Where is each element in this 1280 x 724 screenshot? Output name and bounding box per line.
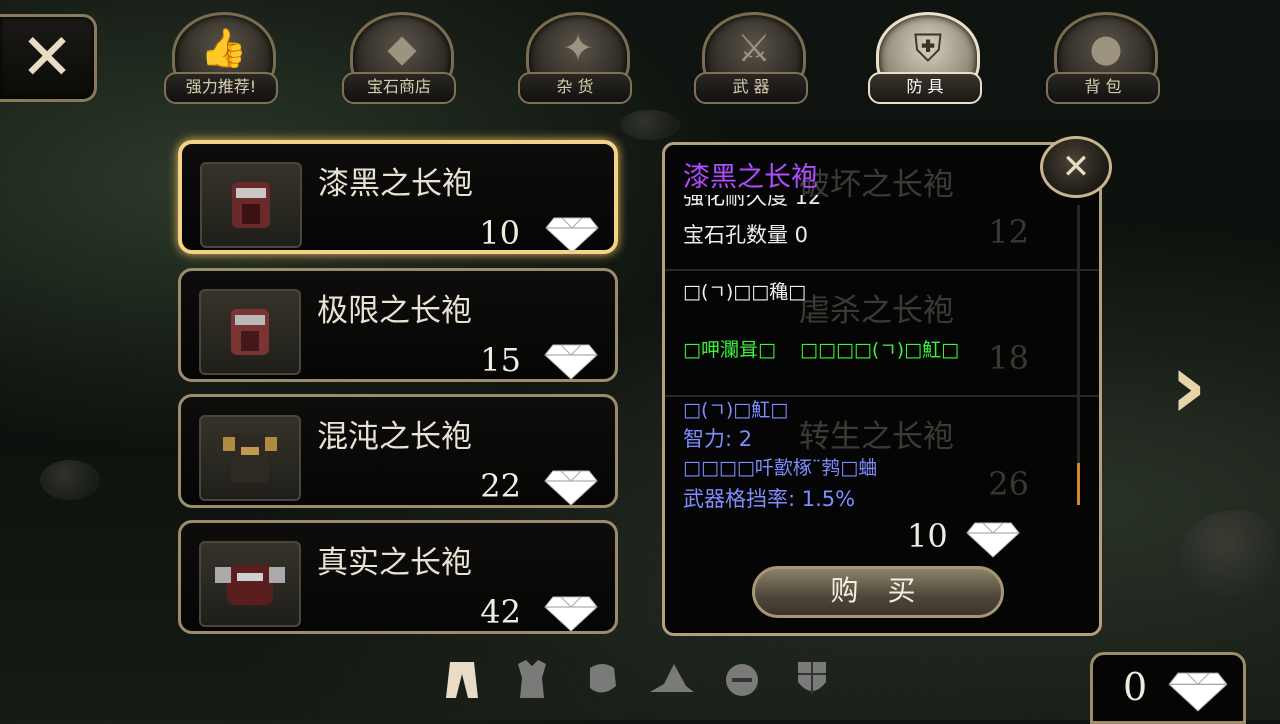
item-detail-panel: 破坏之长袍 12 虐杀之长袍 18 转生之长袍 26 漆黑之长袍 强化耐久度 1…	[662, 142, 1102, 636]
armor-icon[interactable]	[508, 656, 556, 704]
item-name: 混沌之长袍	[317, 419, 472, 455]
ghost-item-name: 破坏之长袍	[799, 167, 954, 203]
gem-icon	[966, 522, 1020, 558]
tab-bag[interactable]: ● 背 包	[1046, 10, 1160, 104]
tab-label: 杂 货	[518, 72, 632, 104]
item-price: 15	[480, 341, 521, 379]
tab-misc[interactable]: ✦ 杂 货	[518, 10, 632, 104]
item-thumbnail	[199, 541, 301, 627]
bg-rock	[1180, 510, 1280, 600]
item-thumbnail	[199, 415, 301, 501]
helmet-icon[interactable]	[718, 656, 766, 704]
ghost-item-price: 26	[988, 465, 1029, 503]
item-row[interactable]: 极限之长袍 15	[178, 268, 618, 382]
next-page-arrow-icon[interactable]: ›	[1170, 342, 1207, 432]
gem-icon	[545, 217, 599, 253]
gem-icon	[544, 596, 598, 632]
ghost-item-price: 18	[988, 339, 1029, 377]
gem-slot-count: 宝石孔数量 0	[683, 223, 809, 247]
item-thumbnail	[200, 162, 302, 248]
tab-armor[interactable]: ⛨ 防 具	[868, 10, 982, 104]
gem-icon: ◆	[387, 26, 417, 70]
gem-icon	[544, 344, 598, 380]
ghost-item-name: 转生之长袍	[799, 419, 954, 455]
item-name: 真实之长袍	[317, 545, 472, 581]
shield-small-icon[interactable]	[788, 656, 836, 704]
close-x-icon: ✕	[1061, 147, 1091, 187]
section1-green-text: □呷瀾咠□ □□□□(ㄱ)□魟□	[683, 339, 960, 361]
buy-button[interactable]: 购 买	[752, 566, 1004, 618]
gauntlet-icon[interactable]	[578, 656, 626, 704]
hat-icon[interactable]	[648, 656, 696, 704]
bag-icon: ●	[1089, 26, 1123, 70]
stat-weapon-block: 武器格挡率: 1.5%	[683, 487, 856, 511]
armor-filter-bar	[438, 656, 858, 708]
tab-label: 武 器	[694, 72, 808, 104]
bg-rock	[620, 110, 680, 140]
detail-title: 漆黑之长袍	[683, 162, 818, 193]
robe-icon[interactable]	[438, 656, 486, 704]
stat-garbled: □□□□吀歖椓¨鹁□蛐	[683, 457, 878, 479]
tab-recommend[interactable]: 👍 强力推荐!	[164, 10, 278, 104]
detail-partial-line: 强化耐久度 12	[683, 195, 822, 207]
compass-icon: ✦	[562, 26, 594, 70]
gem-balance-value: 0	[1123, 665, 1148, 709]
stat-intelligence: 智力: 2	[683, 427, 753, 451]
ghost-item-name: 虐杀之长袍	[799, 293, 954, 329]
scrollbar-track[interactable]	[1077, 205, 1080, 505]
tab-label: 宝石商店	[342, 72, 456, 104]
scrollbar-thumb[interactable]	[1077, 463, 1080, 505]
gem-icon	[544, 470, 598, 506]
item-row[interactable]: 混沌之长袍 22	[178, 394, 618, 508]
ghost-item-price: 12	[988, 213, 1029, 251]
section2-title: □(ㄱ)□魟□	[683, 399, 789, 421]
item-name: 漆黑之长袍	[318, 166, 473, 202]
item-name: 极限之长袍	[317, 293, 472, 329]
thumbs-up-icon: 👍	[200, 25, 248, 70]
item-price: 10	[479, 214, 520, 252]
tab-weapons[interactable]: ⚔ 武 器	[694, 10, 808, 104]
gem-balance: 0	[1090, 652, 1246, 724]
close-detail-button[interactable]: ✕	[1040, 136, 1112, 198]
item-price: 22	[480, 467, 521, 505]
section1-title: □(ㄱ)□□穐□	[683, 281, 807, 303]
item-price: 42	[480, 593, 521, 631]
item-row[interactable]: 漆黑之长袍 10	[178, 140, 618, 254]
close-button[interactable]: ✕	[0, 14, 97, 102]
detail-price: 10	[907, 517, 948, 555]
gem-icon	[1168, 672, 1228, 712]
shield-icon: ⛨	[913, 25, 943, 70]
tab-label: 强力推荐!	[164, 72, 278, 104]
bg-rock	[40, 460, 100, 500]
sword-icon: ⚔	[736, 26, 772, 70]
tab-label: 防 具	[868, 72, 982, 104]
item-row[interactable]: 真实之长袍 42	[178, 520, 618, 634]
tab-gem-shop[interactable]: ◆ 宝石商店	[342, 10, 456, 104]
close-x-icon: ✕	[20, 21, 74, 95]
item-thumbnail	[199, 289, 301, 375]
tab-label: 背 包	[1046, 72, 1160, 104]
